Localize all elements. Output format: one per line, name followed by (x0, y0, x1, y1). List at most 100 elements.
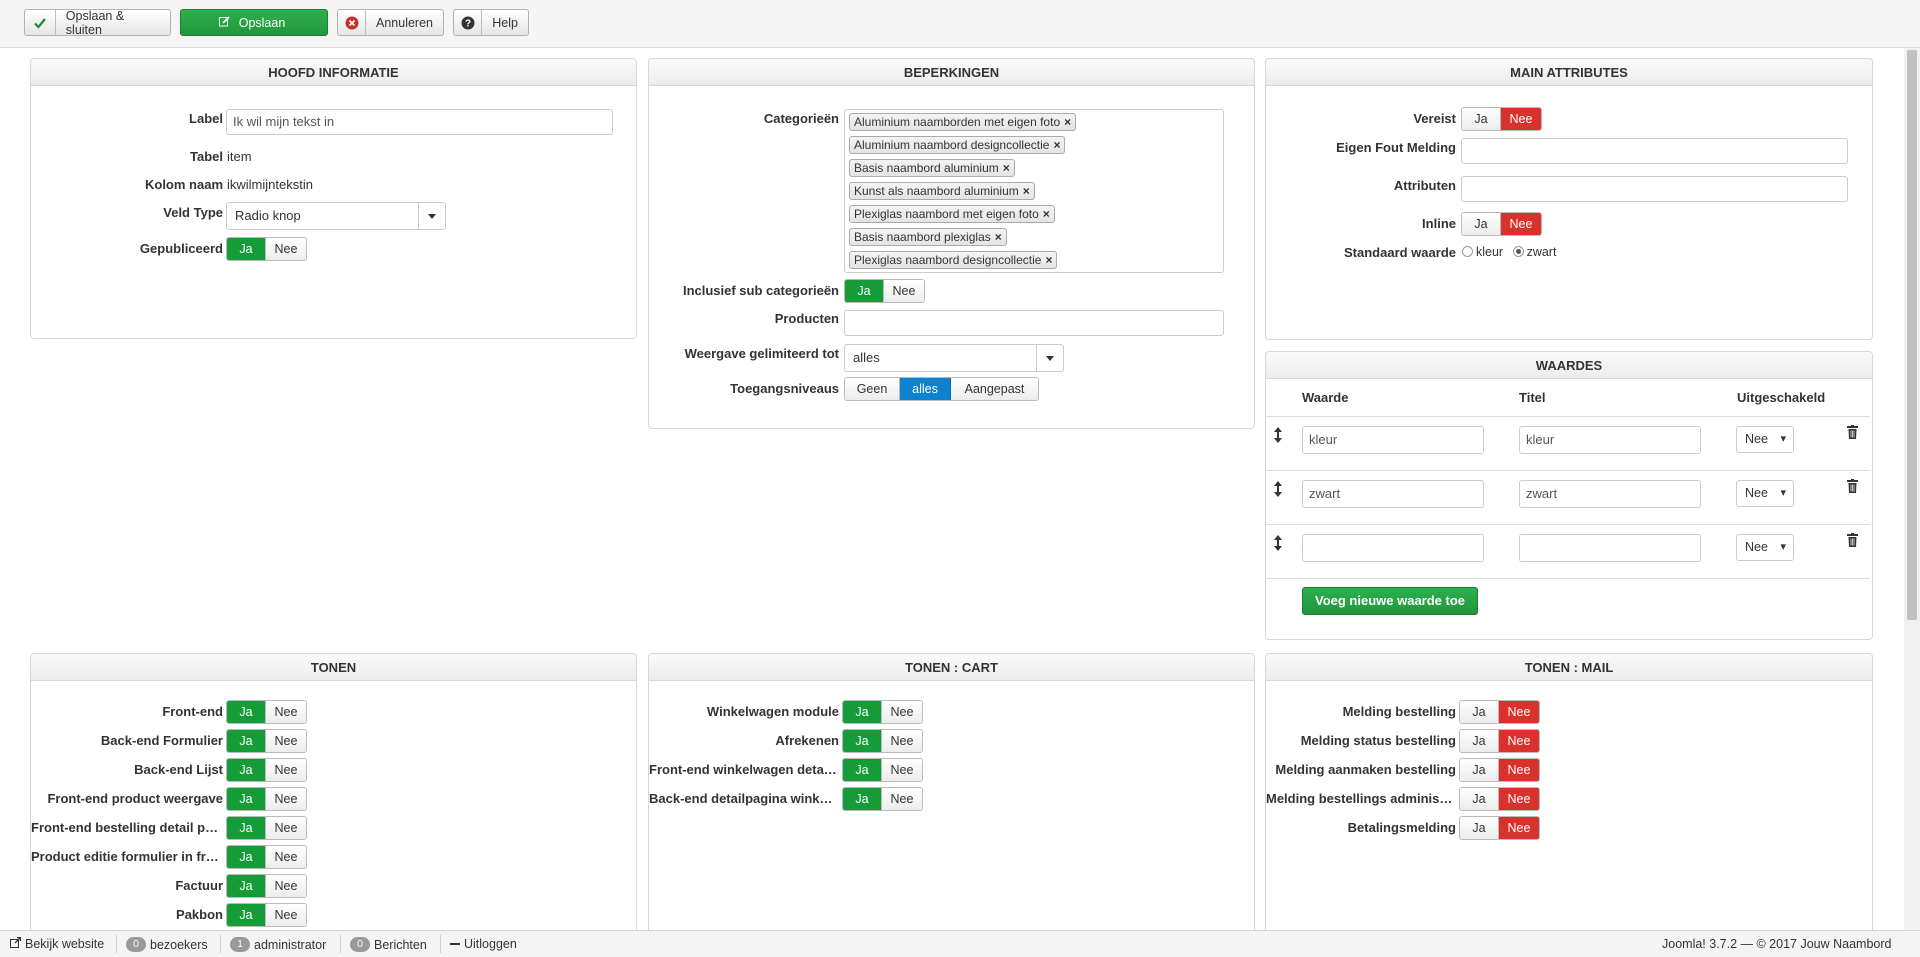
show-item-toggle[interactable]: Ja Nee (226, 758, 307, 782)
no-option[interactable]: Nee (1499, 788, 1539, 810)
title-input[interactable] (1519, 534, 1701, 562)
no-option[interactable]: Nee (882, 730, 922, 752)
error-input[interactable] (1461, 138, 1848, 164)
attributes-input[interactable] (1461, 176, 1848, 202)
no-option[interactable]: Nee (266, 730, 306, 752)
yes-option[interactable]: Ja (1460, 701, 1499, 723)
yes-option[interactable]: Ja (843, 730, 882, 752)
no-option[interactable]: Nee (266, 759, 306, 781)
mail-item-toggle[interactable]: Ja Nee (1459, 758, 1540, 782)
yes-option[interactable]: Ja (1460, 759, 1499, 781)
mail-item-toggle[interactable]: Ja Nee (1459, 787, 1540, 811)
remove-icon[interactable]: × (1064, 115, 1071, 129)
mail-item-toggle[interactable]: Ja Nee (1459, 700, 1540, 724)
yes-option[interactable]: Ja (843, 788, 882, 810)
radio-zwart[interactable] (1512, 246, 1524, 257)
no-option[interactable]: Nee (266, 817, 306, 839)
include-sub-toggle[interactable]: Ja Nee (844, 279, 925, 303)
value-input[interactable] (1302, 534, 1484, 562)
save-close-button[interactable]: Opslaan & sluiten (24, 9, 171, 37)
mail-item-toggle[interactable]: Ja Nee (1459, 816, 1540, 840)
scrollbar-thumb[interactable] (1907, 50, 1917, 620)
products-input[interactable] (844, 310, 1224, 336)
yes-option[interactable]: Ja (227, 904, 266, 926)
title-input[interactable]: zwart (1519, 480, 1701, 508)
yes-option[interactable]: Ja (845, 280, 884, 302)
no-option[interactable]: Nee (882, 788, 922, 810)
no-option[interactable]: Nee (266, 788, 306, 810)
access-option-all[interactable]: alles (900, 378, 951, 400)
cancel-button[interactable]: Annuleren (337, 9, 444, 36)
drag-handle-icon[interactable] (1273, 535, 1283, 554)
remove-icon[interactable]: × (995, 230, 1002, 244)
yes-option[interactable]: Ja (227, 730, 266, 752)
yes-option[interactable]: Ja (227, 875, 266, 897)
no-option[interactable]: Nee (882, 701, 922, 723)
yes-option[interactable]: Ja (1460, 788, 1499, 810)
yes-option[interactable]: Ja (227, 846, 266, 868)
value-input[interactable]: zwart (1302, 480, 1484, 508)
add-value-button[interactable]: Voeg nieuwe waarde toe (1302, 587, 1479, 615)
display-limited-select[interactable]: alles (844, 344, 1064, 372)
access-option-none[interactable]: Geen (845, 378, 900, 400)
remove-icon[interactable]: × (1045, 253, 1052, 267)
categories-multiselect[interactable]: Aluminium naamborden met eigen foto × Alu… (844, 109, 1224, 273)
show-item-toggle[interactable]: Ja Nee (226, 903, 307, 927)
drag-handle-icon[interactable] (1273, 481, 1283, 500)
yes-option[interactable]: Ja (1460, 817, 1499, 839)
vertical-scrollbar[interactable] (1904, 48, 1920, 930)
no-option[interactable]: Nee (266, 238, 306, 260)
no-option[interactable]: Nee (1499, 701, 1539, 723)
no-option[interactable]: Nee (1499, 730, 1539, 752)
mail-item-toggle[interactable]: Ja Nee (1459, 729, 1540, 753)
cart-item-toggle[interactable]: Ja Nee (842, 758, 923, 782)
cart-item-toggle[interactable]: Ja Nee (842, 700, 923, 724)
no-option[interactable]: Nee (266, 875, 306, 897)
trash-icon[interactable] (1847, 479, 1858, 496)
save-button[interactable]: Opslaan (180, 9, 328, 36)
no-option[interactable]: Nee (1501, 108, 1541, 130)
yes-option[interactable]: Ja (1462, 213, 1501, 235)
yes-option[interactable]: Ja (1462, 108, 1501, 130)
required-toggle[interactable]: Ja Nee (1461, 107, 1542, 131)
yes-option[interactable]: Ja (227, 759, 266, 781)
remove-icon[interactable]: × (1043, 207, 1050, 221)
show-item-toggle[interactable]: Ja Nee (226, 787, 307, 811)
no-option[interactable]: Nee (1501, 213, 1541, 235)
show-item-toggle[interactable]: Ja Nee (226, 729, 307, 753)
no-option[interactable]: Nee (266, 701, 306, 723)
disabled-select[interactable]: Nee (1736, 480, 1794, 507)
yes-option[interactable]: Ja (843, 701, 882, 723)
published-toggle[interactable]: Ja Nee (226, 237, 307, 261)
disabled-select[interactable]: Nee (1736, 426, 1794, 453)
cart-item-toggle[interactable]: Ja Nee (842, 787, 923, 811)
remove-icon[interactable]: × (1053, 138, 1060, 152)
field-type-select[interactable]: Radio knop (226, 202, 446, 230)
messages-indicator[interactable]: 0 Berichten (350, 937, 427, 952)
drag-handle-icon[interactable] (1273, 427, 1283, 446)
yes-option[interactable]: Ja (227, 701, 266, 723)
no-option[interactable]: Nee (1499, 817, 1539, 839)
yes-option[interactable]: Ja (227, 817, 266, 839)
no-option[interactable]: Nee (884, 280, 924, 302)
view-site-link[interactable]: Bekijk website (10, 936, 104, 951)
trash-icon[interactable] (1847, 533, 1858, 550)
trash-icon[interactable] (1847, 425, 1858, 442)
show-item-toggle[interactable]: Ja Nee (226, 874, 307, 898)
yes-option[interactable]: Ja (227, 238, 266, 260)
show-item-toggle[interactable]: Ja Nee (226, 816, 307, 840)
yes-option[interactable]: Ja (1460, 730, 1499, 752)
show-item-toggle[interactable]: Ja Nee (226, 700, 307, 724)
label-input[interactable]: Ik wil mijn tekst in (226, 109, 613, 135)
title-input[interactable]: kleur (1519, 426, 1701, 454)
no-option[interactable]: Nee (266, 846, 306, 868)
show-item-toggle[interactable]: Ja Nee (226, 845, 307, 869)
yes-option[interactable]: Ja (843, 759, 882, 781)
no-option[interactable]: Nee (266, 904, 306, 926)
no-option[interactable]: Nee (1499, 759, 1539, 781)
remove-icon[interactable]: × (1003, 161, 1010, 175)
value-input[interactable]: kleur (1302, 426, 1484, 454)
yes-option[interactable]: Ja (227, 788, 266, 810)
logout-link[interactable]: Uitloggen (450, 937, 517, 951)
radio-kleur[interactable] (1462, 246, 1473, 257)
